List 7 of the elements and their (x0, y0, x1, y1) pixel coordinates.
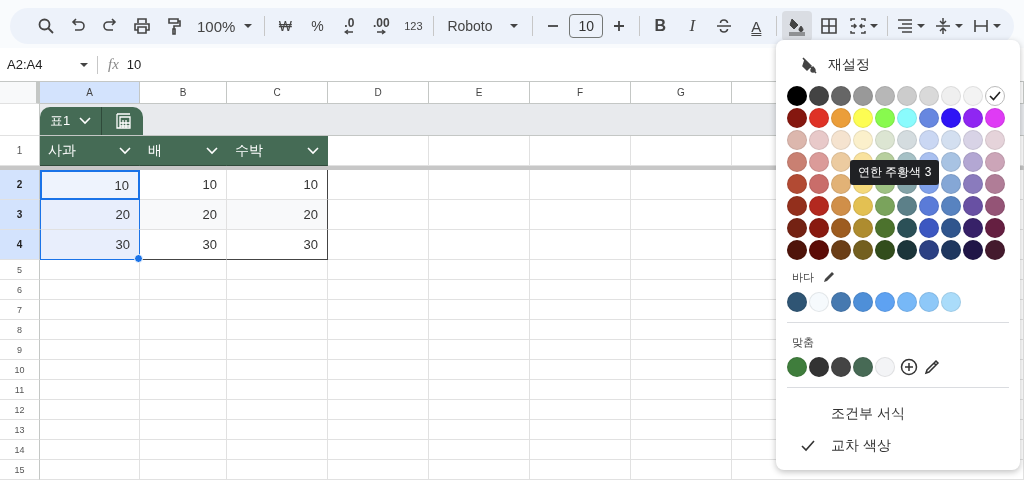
theme-label: 바다 (792, 269, 814, 285)
tooltip: 연한 주황색 3 (850, 160, 940, 185)
function-label: fx (108, 56, 119, 73)
column-title: 수박 (235, 141, 263, 160)
column-title: 사과 (48, 141, 76, 160)
column-title: 배 (148, 141, 162, 160)
custom-label: 맞춤 (792, 334, 814, 350)
